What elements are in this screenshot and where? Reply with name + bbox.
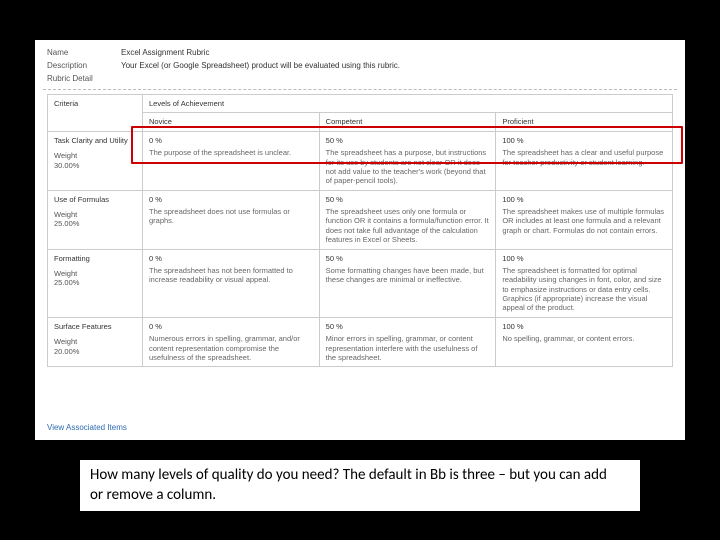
criteria-weight: Weight25.00% [54, 210, 136, 229]
level-cell: 0 % Numerous errors in spelling, grammar,… [143, 317, 320, 367]
criteria-header: Criteria [48, 95, 143, 132]
level-cell: 100 % The spreadsheet has a clear and use… [496, 131, 673, 190]
level-cell: 0 % The spreadsheet has not been formatte… [143, 249, 320, 317]
level-cell: 50 % Some formatting changes have been ma… [319, 249, 496, 317]
level-cell: 0 % The spreadsheet does not use formulas… [143, 190, 320, 249]
criteria-cell: Surface Features Weight20.00% [48, 317, 143, 367]
cell-desc: The spreadsheet makes use of multiple fo… [502, 207, 666, 235]
table-row: Task Clarity and Utility Weight30.00% 0 % T… [48, 131, 673, 190]
criteria-weight: Weight20.00% [54, 337, 136, 356]
meta-desc-label: Description [47, 61, 109, 70]
level-cell: 100 % The spreadsheet is formatted for op… [496, 249, 673, 317]
cell-desc: The spreadsheet has not been formatted t… [149, 266, 313, 285]
caption-box: How many levels of quality do you need? … [80, 460, 640, 511]
cell-percent: 50 % [326, 254, 490, 263]
cell-percent: 50 % [326, 322, 490, 331]
header-row-loa: Criteria Levels of Achievement [48, 95, 673, 113]
criteria-cell: Use of Formulas Weight25.00% [48, 190, 143, 249]
cell-desc: The purpose of the spreadsheet is unclea… [149, 148, 313, 157]
level-cell: 50 % The spreadsheet has a purpose, but i… [319, 131, 496, 190]
view-associated-link[interactable]: View Associated Items [47, 423, 127, 432]
cell-desc: The spreadsheet has a clear and useful p… [502, 148, 666, 167]
rubric-table: Criteria Levels of Achievement Novice Co… [47, 94, 673, 367]
cell-desc: The spreadsheet is formatted for optimal… [502, 266, 666, 313]
criteria-cell: Task Clarity and Utility Weight30.00% [48, 131, 143, 190]
cell-desc: Numerous errors in spelling, grammar, an… [149, 334, 313, 362]
level-cell: 0 % The purpose of the spreadsheet is unc… [143, 131, 320, 190]
criteria-name: Surface Features [54, 322, 136, 331]
cell-desc: No spelling, grammar, or content errors. [502, 334, 666, 343]
meta-row-desc: Description Your Excel (or Google Spread… [47, 61, 673, 70]
criteria-cell: Formatting Weight25.00% [48, 249, 143, 317]
level-header-proficient: Proficient [496, 113, 673, 131]
cell-desc: The spreadsheet has a purpose, but instr… [326, 148, 490, 186]
cell-percent: 100 % [502, 195, 666, 204]
level-cell: 50 % The spreadsheet uses only one formul… [319, 190, 496, 249]
level-header-competent: Competent [319, 113, 496, 131]
cell-percent: 50 % [326, 195, 490, 204]
level-cell: 100 % The spreadsheet makes use of multip… [496, 190, 673, 249]
cell-percent: 100 % [502, 136, 666, 145]
caption-text: How many levels of quality do you need? … [90, 466, 610, 505]
cell-desc: Minor errors in spelling, grammar, or co… [326, 334, 490, 362]
cell-percent: 100 % [502, 322, 666, 331]
cell-percent: 0 % [149, 136, 313, 145]
cell-percent: 100 % [502, 254, 666, 263]
divider [43, 89, 677, 90]
criteria-name: Formatting [54, 254, 136, 263]
table-row: Formatting Weight25.00% 0 % The spreadsheet… [48, 249, 673, 317]
criteria-weight: Weight30.00% [54, 151, 136, 170]
cell-percent: 0 % [149, 195, 313, 204]
cell-desc: The spreadsheet does not use formulas or… [149, 207, 313, 226]
rubric-panel: Name Excel Assignment Rubric Description… [35, 40, 685, 440]
criteria-name: Task Clarity and Utility [54, 136, 136, 145]
meta-detail-label: Rubric Detail [47, 74, 673, 85]
criteria-name: Use of Formulas [54, 195, 136, 204]
cell-percent: 0 % [149, 322, 313, 331]
level-header-novice: Novice [143, 113, 320, 131]
level-cell: 50 % Minor errors in spelling, grammar, o… [319, 317, 496, 367]
level-cell: 100 % No spelling, grammar, or content er… [496, 317, 673, 367]
table-row: Surface Features Weight20.00% 0 % Numerous … [48, 317, 673, 367]
meta-row-name: Name Excel Assignment Rubric [47, 48, 673, 57]
cell-desc: Some formatting changes have been made, … [326, 266, 490, 285]
criteria-weight: Weight25.00% [54, 269, 136, 288]
slide-stage: Name Excel Assignment Rubric Description… [0, 0, 720, 540]
table-row: Use of Formulas Weight25.00% 0 % The spread… [48, 190, 673, 249]
loa-header: Levels of Achievement [143, 95, 673, 113]
cell-percent: 0 % [149, 254, 313, 263]
rubric-meta: Name Excel Assignment Rubric Description… [35, 40, 685, 89]
cell-desc: The spreadsheet uses only one formula or… [326, 207, 490, 245]
meta-name-value: Excel Assignment Rubric [121, 48, 209, 57]
cell-percent: 50 % [326, 136, 490, 145]
meta-name-label: Name [47, 48, 109, 57]
meta-desc-value: Your Excel (or Google Spreadsheet) produ… [121, 61, 400, 70]
